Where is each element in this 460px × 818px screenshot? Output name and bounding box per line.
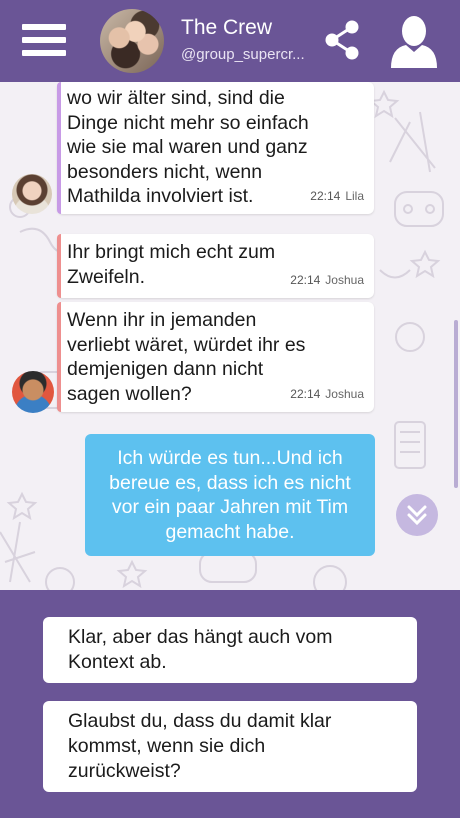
share-icon[interactable]: [322, 18, 362, 62]
message-author: Joshua: [325, 386, 364, 401]
message-bubble[interactable]: wo wir älter sind, sind die Dinge nicht …: [57, 82, 374, 214]
group-handle: @group_supercr...: [181, 46, 305, 63]
chat-area[interactable]: wo wir älter sind, sind die Dinge nicht …: [0, 82, 460, 590]
message-time: 22:14: [290, 386, 321, 401]
message-meta: 22:14 Joshua: [290, 382, 364, 407]
message-author: Lila: [345, 188, 364, 203]
reply-text: Glaubst du, dass du damit klar kommst, w…: [68, 710, 332, 782]
reply-option[interactable]: Glaubst du, dass du damit klar kommst, w…: [43, 701, 417, 792]
message-time: 22:14: [290, 272, 321, 287]
own-message-bubble[interactable]: Ich würde es tun...Und ich bereue es, da…: [85, 434, 375, 556]
avatar-lila[interactable]: [12, 174, 52, 214]
avatar-joshua[interactable]: [12, 371, 54, 413]
group-title: The Crew: [181, 16, 273, 39]
group-avatar[interactable]: [100, 9, 164, 73]
message-time: 22:14: [310, 188, 341, 203]
message-bubble[interactable]: Wenn ihr in jemanden verliebt wäret, wür…: [57, 302, 374, 412]
sender-color-bar: [57, 82, 61, 214]
message-text: wo wir älter sind, sind die Dinge nicht …: [67, 87, 309, 207]
sender-color-bar: [57, 234, 61, 298]
reply-option[interactable]: Klar, aber das hängt auch vom Kontext ab…: [43, 617, 417, 683]
chat-header: The Crew @group_supercr...: [0, 0, 460, 82]
message-text: Ihr bringt mich echt zum Zweifeln.: [67, 241, 276, 288]
message-meta: 22:14 Lila: [310, 184, 364, 209]
message-text: Wenn ihr in jemanden verliebt wäret, wür…: [67, 309, 306, 405]
message-author: Joshua: [325, 272, 364, 287]
profile-icon[interactable]: [388, 12, 440, 70]
reply-options: Klar, aber das hängt auch vom Kontext ab…: [0, 590, 460, 818]
message-meta: 22:14 Joshua: [290, 268, 364, 293]
reply-text: Klar, aber das hängt auch vom Kontext ab…: [68, 626, 333, 673]
message-bubble[interactable]: Ihr bringt mich echt zum Zweifeln. 22:14…: [57, 234, 374, 298]
scrollbar[interactable]: [454, 320, 458, 488]
sender-color-bar: [57, 302, 61, 412]
hamburger-menu-icon[interactable]: [22, 24, 66, 60]
scroll-down-icon[interactable]: [396, 494, 438, 536]
message-text: Ich würde es tun...Und ich bereue es, da…: [109, 447, 351, 543]
